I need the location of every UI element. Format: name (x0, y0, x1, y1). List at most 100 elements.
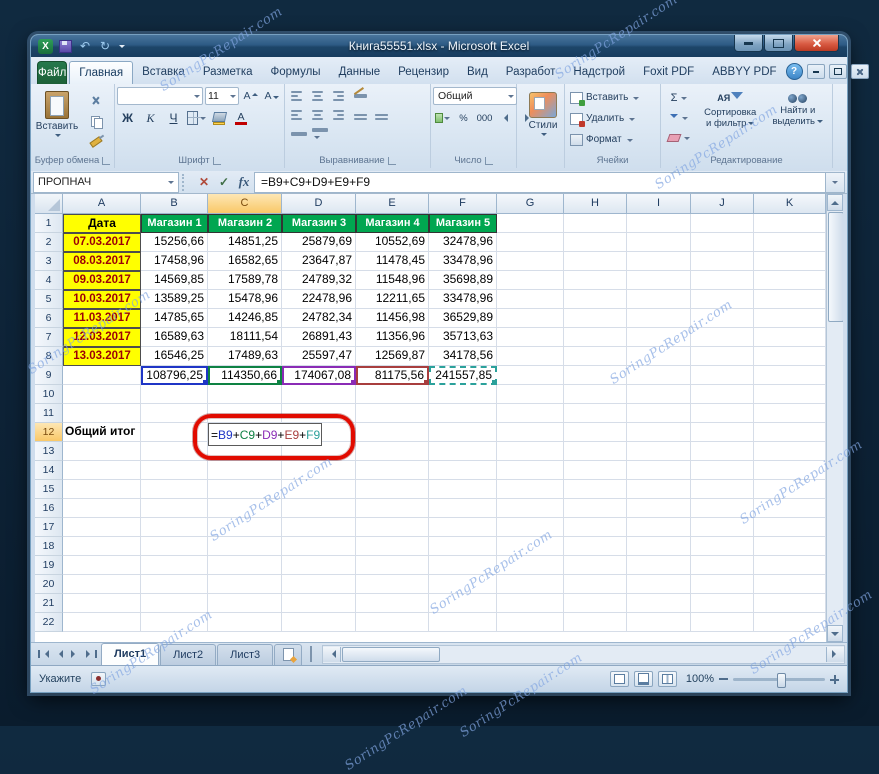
cell-K2[interactable] (754, 233, 826, 252)
column-header-A[interactable]: A (63, 194, 141, 214)
cell-K16[interactable] (754, 499, 826, 518)
cell-D20[interactable] (282, 575, 356, 594)
scroll-down-icon[interactable] (827, 625, 843, 642)
workbook-minimize-button[interactable] (806, 64, 825, 79)
row-header-2[interactable]: 2 (35, 233, 63, 252)
align-top-button[interactable] (287, 87, 306, 104)
cell-F15[interactable] (429, 480, 497, 499)
cell-G8[interactable] (497, 347, 564, 366)
column-header-C[interactable]: C (208, 194, 282, 214)
cell-H3[interactable] (564, 252, 627, 271)
cell-F19[interactable] (429, 556, 497, 575)
cell-J14[interactable] (691, 461, 754, 480)
cell-B6[interactable]: 14785,65 (141, 309, 208, 328)
cell-B21[interactable] (141, 594, 208, 613)
cell-G4[interactable] (497, 271, 564, 290)
cell-H1[interactable] (564, 214, 627, 233)
row-header-19[interactable]: 19 (35, 556, 63, 575)
cell-H19[interactable] (564, 556, 627, 575)
dialog-launcher-icon[interactable] (212, 156, 221, 165)
cell-G17[interactable] (497, 518, 564, 537)
cell-H21[interactable] (564, 594, 627, 613)
cell-J5[interactable] (691, 290, 754, 309)
format-painter-button[interactable] (84, 133, 108, 151)
cell-J21[interactable] (691, 594, 754, 613)
cell-D15[interactable] (282, 480, 356, 499)
cell-A7[interactable]: 12.03.2017 (63, 328, 141, 347)
cell-E15[interactable] (356, 480, 429, 499)
cell-H4[interactable] (564, 271, 627, 290)
cell-K8[interactable] (754, 347, 826, 366)
cell-F2[interactable]: 32478,96 (429, 233, 497, 252)
cell-J6[interactable] (691, 309, 754, 328)
increase-decimal-button[interactable] (496, 109, 515, 127)
cell-F20[interactable] (429, 575, 497, 594)
cell-J2[interactable] (691, 233, 754, 252)
tab-Надстрой[interactable]: Надстрой (564, 61, 634, 84)
copy-button[interactable] (84, 112, 108, 130)
cell-K12[interactable] (754, 423, 826, 442)
cell-C7[interactable]: 18111,54 (208, 328, 282, 347)
cell-A2[interactable]: 07.03.2017 (63, 233, 141, 252)
cell-K6[interactable] (754, 309, 826, 328)
cell-H12[interactable] (564, 423, 627, 442)
cell-G10[interactable] (497, 385, 564, 404)
cell-I7[interactable] (627, 328, 691, 347)
cell-H2[interactable] (564, 233, 627, 252)
cell-G12[interactable] (497, 423, 564, 442)
cell-F4[interactable]: 35698,89 (429, 271, 497, 290)
cell-I19[interactable] (627, 556, 691, 575)
cell-D22[interactable] (282, 613, 356, 632)
cell-D14[interactable] (282, 461, 356, 480)
cell-J11[interactable] (691, 404, 754, 423)
cell-F11[interactable] (429, 404, 497, 423)
cell-I4[interactable] (627, 271, 691, 290)
cell-D4[interactable]: 24789,32 (282, 271, 356, 290)
cell-G20[interactable] (497, 575, 564, 594)
cell-A5[interactable]: 10.03.2017 (63, 290, 141, 309)
cell-J9[interactable] (691, 366, 754, 385)
tab-Формулы[interactable]: Формулы (262, 61, 330, 84)
cell-K17[interactable] (754, 518, 826, 537)
cell-J17[interactable] (691, 518, 754, 537)
row-header-5[interactable]: 5 (35, 290, 63, 309)
cell-D6[interactable]: 24782,34 (282, 309, 356, 328)
cell-C2[interactable]: 14851,25 (208, 233, 282, 252)
cell-I20[interactable] (627, 575, 691, 594)
cell-E18[interactable] (356, 537, 429, 556)
next-sheet-icon[interactable] (67, 646, 83, 662)
cell-G18[interactable] (497, 537, 564, 556)
cell-F6[interactable]: 36529,89 (429, 309, 497, 328)
cell-D19[interactable] (282, 556, 356, 575)
cell-F13[interactable] (429, 442, 497, 461)
cell-B16[interactable] (141, 499, 208, 518)
cell-D10[interactable] (282, 385, 356, 404)
cell-D18[interactable] (282, 537, 356, 556)
tab-splitter-handle[interactable] (310, 646, 318, 662)
dialog-launcher-icon[interactable] (102, 156, 111, 165)
cell-F8[interactable]: 34178,56 (429, 347, 497, 366)
cell-A19[interactable] (63, 556, 141, 575)
cell-H9[interactable] (564, 366, 627, 385)
cell-A6[interactable]: 11.03.2017 (63, 309, 141, 328)
cell-D7[interactable]: 26891,43 (282, 328, 356, 347)
scroll-left-icon[interactable] (323, 646, 342, 662)
dialog-launcher-icon[interactable] (484, 156, 493, 165)
row-header-7[interactable]: 7 (35, 328, 63, 347)
cell-G6[interactable] (497, 309, 564, 328)
row-header-3[interactable]: 3 (35, 252, 63, 271)
cell-E6[interactable]: 11456,98 (356, 309, 429, 328)
increase-indent-button[interactable] (371, 106, 390, 123)
cell-C3[interactable]: 16582,65 (208, 252, 282, 271)
wrap-text-button[interactable] (287, 125, 307, 142)
find-select-button[interactable]: Найти и выделить (766, 87, 831, 151)
cell-F9[interactable]: 241557,85 (429, 366, 497, 385)
cell-C17[interactable] (208, 518, 282, 537)
cell-I2[interactable] (627, 233, 691, 252)
cell-D9[interactable]: 174067,08 (282, 366, 356, 385)
row-header-13[interactable]: 13 (35, 442, 63, 461)
cancel-icon[interactable]: ✕ (194, 173, 214, 192)
cell-H7[interactable] (564, 328, 627, 347)
cell-G7[interactable] (497, 328, 564, 347)
insert-function-icon[interactable]: fx (234, 173, 254, 192)
